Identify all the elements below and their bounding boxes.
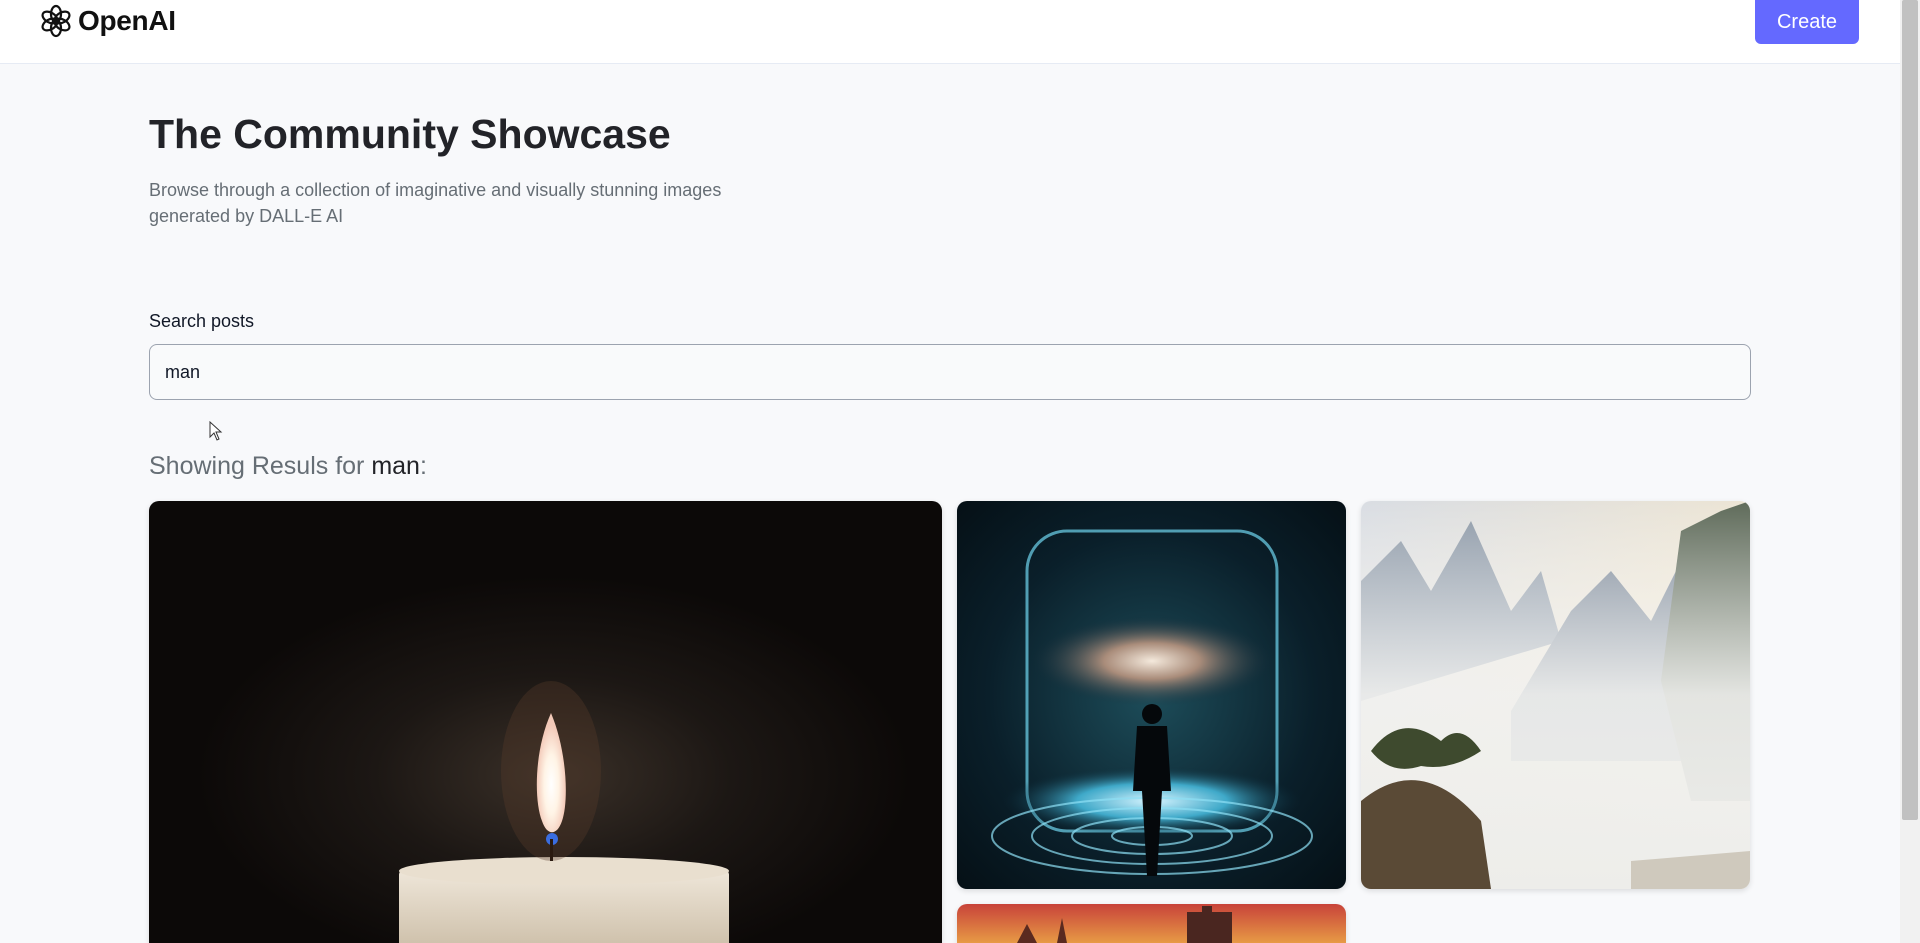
galaxy-portal-image [957,501,1346,889]
scrollbar-thumb[interactable] [1902,0,1918,820]
results-suffix: : [419,452,427,480]
candle-image [149,501,942,943]
top-header: OpenAI Create [0,0,1900,64]
page-title: The Community Showcase [149,111,671,157]
results-heading: Showing Resuls for man: [149,452,427,481]
openai-logo-icon [41,4,71,38]
openai-logo[interactable]: OpenAI [38,2,176,40]
image-card-misty-mountains[interactable] [1361,501,1750,889]
create-button[interactable]: Create [1755,0,1859,44]
search-label: Search posts [149,311,255,331]
image-card-castle-sunset[interactable] [957,904,1346,943]
image-card-candle[interactable] [149,501,942,943]
castle-sunset-image [957,904,1346,943]
search-input[interactable] [149,344,1751,400]
results-prefix: Showing Resuls for [149,452,372,480]
page-subtitle: Browse through a collection of imaginati… [149,180,722,226]
logo-text: OpenAI [78,5,176,36]
mouse-cursor-icon [209,421,223,441]
misty-mountains-image [1361,501,1750,889]
results-term: man [371,452,420,480]
image-card-galaxy-portal[interactable] [957,501,1346,889]
